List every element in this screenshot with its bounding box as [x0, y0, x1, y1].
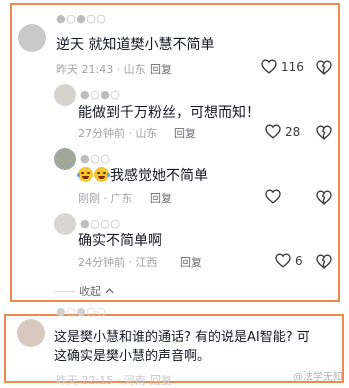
- watermark: @法学无知: [293, 372, 343, 383]
- avatar[interactable]: [54, 148, 76, 170]
- comment-text-body: 我感觉她不简单: [110, 168, 208, 184]
- broken-heart-icon: [316, 60, 332, 75]
- reply-button[interactable]: 回复: [174, 125, 196, 141]
- comment-time: 刚刚 · 广东: [78, 192, 133, 205]
- comment-text: 逆天 就知道樊小慧不简单: [56, 37, 215, 53]
- collapse-replies-button[interactable]: 收起: [55, 283, 114, 299]
- comment-time: 27分钟前 · 山东: [78, 127, 158, 140]
- dislike-button[interactable]: [316, 125, 332, 140]
- comment-time: 24分钟前 · 江西: [78, 256, 158, 269]
- comment-username[interactable]: ●○●○○: [56, 305, 107, 318]
- comment-username[interactable]: ●○●○○: [56, 12, 107, 25]
- collapse-label: 收起: [79, 285, 101, 298]
- broken-heart-icon: [316, 190, 332, 205]
- broken-heart-icon: [316, 254, 332, 269]
- divider: [55, 290, 75, 292]
- comment-username[interactable]: ●○○○: [80, 217, 120, 230]
- like-count: 28: [285, 124, 301, 139]
- comment-text: 能做到千万粉丝，可想而知！: [78, 105, 260, 121]
- dislike-button[interactable]: [316, 60, 332, 75]
- dislike-button[interactable]: [316, 190, 332, 205]
- avatar[interactable]: [54, 213, 76, 235]
- like-count: 6: [295, 253, 303, 268]
- comment-username[interactable]: ●○●○: [80, 88, 120, 101]
- comment-text: 这确实是樊小慧的声音啊。: [54, 349, 211, 364]
- comment-time: 昨天 21:43 · 山东: [56, 63, 146, 76]
- chevron-up-icon: [105, 288, 114, 294]
- reply-button[interactable]: 回复: [150, 190, 172, 206]
- reply-button[interactable]: 回复: [180, 254, 202, 270]
- comment-text: 确实不简单啊: [78, 233, 162, 249]
- comment-text: 这是樊小慧和谁的通话? 有的说是AI智能? 可: [54, 330, 310, 345]
- avatar[interactable]: [18, 24, 46, 52]
- comment-text: 我感觉她不简单: [77, 167, 208, 185]
- avatar[interactable]: [54, 84, 76, 106]
- heart-icon: [275, 253, 291, 268]
- heart-icon: [261, 59, 277, 74]
- like-button[interactable]: 116: [261, 59, 304, 74]
- laugh-cry-emoji-icon: [94, 167, 110, 182]
- heart-icon: [265, 124, 281, 139]
- avatar[interactable]: [17, 319, 45, 347]
- like-button[interactable]: 28: [265, 124, 300, 139]
- like-count: 116: [281, 59, 304, 74]
- like-button[interactable]: 6: [275, 253, 303, 268]
- laugh-cry-emoji-icon: [77, 167, 93, 182]
- heart-icon: [265, 189, 281, 204]
- dislike-button[interactable]: [316, 254, 332, 269]
- like-button[interactable]: [265, 189, 281, 204]
- reply-button[interactable]: 回复: [150, 61, 172, 77]
- broken-heart-icon: [316, 125, 332, 140]
- comment-username[interactable]: ●○○: [80, 152, 110, 165]
